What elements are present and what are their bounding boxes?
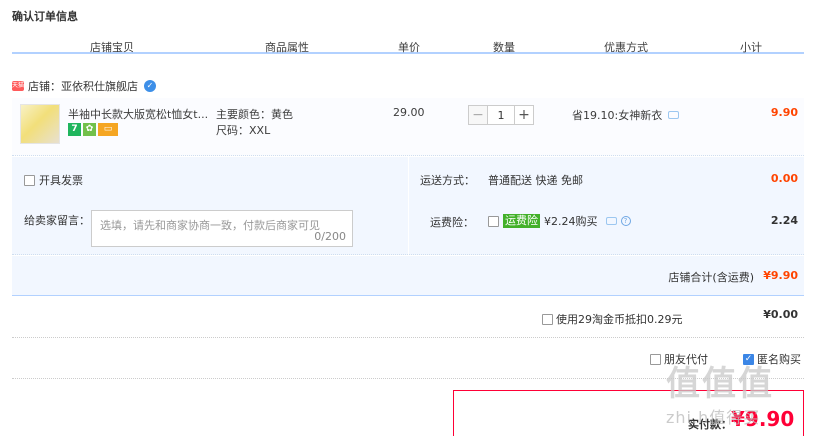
- increase-quantity-button[interactable]: +: [514, 105, 534, 125]
- item-title-link[interactable]: 半袖中长款大版宽松t恤女t...: [68, 106, 210, 122]
- anonymous-label: 匿名购买: [757, 353, 801, 366]
- shop-total-row: 店铺合计(含运费) ¥9.90: [12, 256, 804, 296]
- col-props: 商品属性: [265, 41, 309, 54]
- message-placeholder: 选填，请先和商家协商一致，付款后商家可见: [100, 219, 320, 232]
- chat-bubble-icon[interactable]: [668, 111, 680, 119]
- item-thumbnail[interactable]: [20, 104, 60, 144]
- friend-pay-option[interactable]: 朋友代付: [650, 351, 708, 367]
- col-item: 店铺宝贝: [90, 41, 134, 54]
- message-label: 给卖家留言：: [24, 214, 90, 227]
- page-title: 确认订单信息: [12, 10, 78, 23]
- shop-total-value: ¥9.90: [763, 269, 798, 282]
- coin-value: ¥0.00: [763, 308, 798, 321]
- item-subtotal: 9.90: [770, 106, 798, 119]
- insurance-label: 运费险：: [430, 216, 474, 229]
- item-size: 尺码：XXL: [216, 124, 271, 137]
- payment-label: 实付款：: [688, 418, 732, 431]
- chat-bubble-icon[interactable]: [605, 217, 617, 225]
- insurance-price: 2.24: [770, 214, 798, 227]
- message-textarea[interactable]: 选填，请先和商家协商一致，付款后商家可见 0/200: [91, 210, 353, 247]
- col-subtotal: 小计: [740, 41, 762, 54]
- insurance-checkbox[interactable]: [488, 215, 499, 227]
- promo-text: 省19.10:女神新衣: [572, 109, 663, 122]
- invoice-label: 开具发票: [39, 174, 83, 187]
- seven-day-return-icon[interactable]: 7: [68, 123, 81, 136]
- column-header: 店铺宝贝 商品属性 单价 数量 优惠方式 小计: [12, 38, 804, 54]
- tmall-badge-icon: 天猫: [12, 81, 25, 91]
- order-options: 开具发票 运送方式： 普通配送 快递 免邮 0.00 给卖家留言： 选填，请先和…: [12, 157, 804, 255]
- shipping-label: 运送方式：: [420, 174, 475, 187]
- coin-row: 使用29淘金币抵扣0.29元 ¥0.00: [12, 297, 804, 338]
- anonymous-checkbox[interactable]: ✓: [743, 353, 754, 365]
- col-price: 单价: [398, 41, 420, 54]
- invoice-option[interactable]: 开具发票: [24, 172, 83, 188]
- quantity-stepper: − +: [468, 105, 534, 125]
- friend-pay-checkbox[interactable]: [650, 353, 661, 365]
- payment-value: ¥9.90: [731, 407, 795, 431]
- verified-shop-icon[interactable]: ✓: [144, 80, 156, 92]
- payment-summary: 实付款： ¥9.90: [453, 390, 804, 436]
- coin-checkbox[interactable]: [542, 313, 553, 325]
- shop-name-link[interactable]: 店铺：亚依积仕旗舰店: [28, 78, 138, 94]
- shipping-price: 0.00: [770, 172, 798, 185]
- options-divider: [408, 157, 409, 255]
- col-promo: 优惠方式: [604, 41, 648, 54]
- help-icon[interactable]: ?: [620, 216, 631, 226]
- shop-total-label: 店铺合计(含运费): [668, 271, 754, 284]
- insurance-tag: 运费险: [503, 214, 540, 228]
- friend-pay-label: 朋友代付: [664, 353, 708, 366]
- cart-item-row: 半袖中长款大版宽松t恤女t... 7 ✿ ▭ 主要颜色：黄色 尺码：XXL 29…: [12, 98, 804, 156]
- insurance-text: ¥2.24购买: [544, 215, 598, 228]
- shipping-method[interactable]: 普通配送 快递 免邮: [488, 172, 583, 188]
- coin-label: 使用29淘金币抵扣0.29元: [556, 313, 683, 326]
- flower-icon[interactable]: ✿: [83, 123, 96, 136]
- service-icons: 7 ✿ ▭: [68, 123, 118, 136]
- coin-option[interactable]: 使用29淘金币抵扣0.29元: [542, 311, 683, 327]
- item-price: 29.00: [393, 106, 425, 119]
- insurance-option: 运费险 ¥2.24购买 ?: [488, 213, 631, 229]
- decrease-quantity-button[interactable]: −: [468, 105, 488, 125]
- message-count: 0/200: [314, 230, 346, 243]
- card-icon[interactable]: ▭: [98, 123, 118, 136]
- promo-info: 省19.10:女神新衣: [572, 107, 680, 123]
- invoice-checkbox[interactable]: [24, 174, 35, 186]
- shop-line: 天猫 店铺：亚依积仕旗舰店 ✓: [12, 78, 156, 94]
- col-qty: 数量: [493, 41, 515, 54]
- anonymous-option[interactable]: ✓ 匿名购买: [743, 351, 801, 367]
- quantity-input[interactable]: [488, 105, 514, 125]
- buyer-options-row: 朋友代付 ✓ 匿名购买: [12, 339, 804, 379]
- item-color: 主要颜色：黄色: [216, 108, 293, 121]
